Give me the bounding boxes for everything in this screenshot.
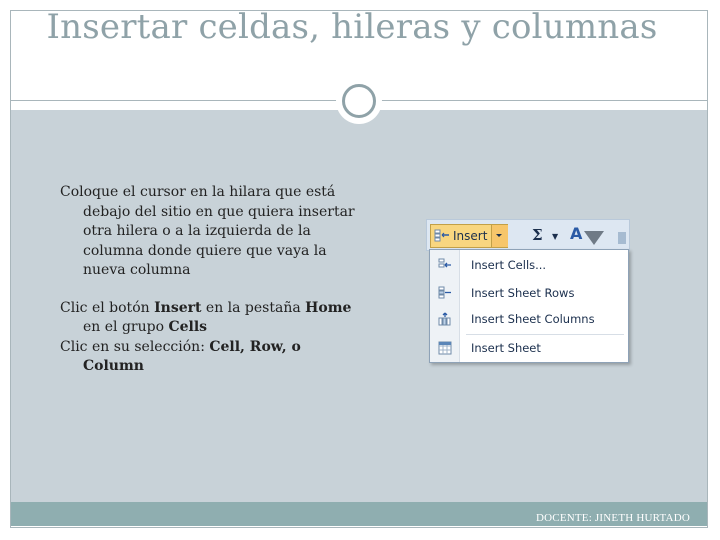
paragraph-2: Clic el botón Insert en la pestaña Home … — [60, 299, 360, 338]
menu-item-label: Insert Sheet — [471, 341, 541, 355]
menu-item-label: Insert Sheet Rows — [471, 286, 575, 300]
insert-cells-icon — [434, 229, 449, 242]
menu-item-insert-cells[interactable]: Insert Cells... — [430, 253, 628, 279]
p2-cells: Cells — [168, 319, 208, 335]
menu-separator — [466, 334, 624, 335]
sort-filter-icon[interactable]: A — [570, 224, 582, 243]
p2-home: Home — [305, 299, 352, 316]
chevron-down-icon — [496, 234, 502, 237]
insert-columns-icon — [438, 312, 451, 326]
menu-item-label: Insert Cells... — [471, 258, 547, 272]
insert-button[interactable]: Insert — [430, 224, 508, 248]
paragraph-1: Coloque el cursor en la hilara que está … — [60, 184, 355, 278]
p2-part2: en la pestaña — [201, 299, 306, 316]
insert-dropdown-arrow[interactable] — [491, 225, 508, 247]
p2-part3: en el grupo — [83, 319, 169, 335]
insert-cells-icon — [438, 258, 451, 268]
insert-dropdown-menu: Insert Cells... Insert Sheet Rows Insert… — [429, 249, 629, 363]
sigma-chevron-icon[interactable]: ▼ — [552, 232, 558, 241]
sigma-icon[interactable]: Σ — [532, 226, 543, 244]
menu-item-insert-sheet-rows[interactable]: Insert Sheet Rows — [430, 281, 628, 307]
ring-icon — [342, 84, 376, 118]
funnel-icon[interactable] — [584, 231, 604, 245]
slide-title: Insertar celdas, hileras y columnas — [46, 7, 658, 47]
insert-rows-icon — [438, 286, 451, 299]
menu-item-label: Insert Sheet Columns — [471, 312, 595, 326]
insert-sheet-icon — [438, 341, 452, 355]
menu-item-insert-sheet[interactable]: Insert Sheet — [430, 336, 628, 362]
paragraph-3: Clic en su selección: Cell, Row, o Colum… — [60, 338, 360, 377]
body-text: Coloque el cursor en la hilara que está … — [60, 183, 360, 377]
insert-button-label: Insert — [453, 229, 488, 243]
ribbon-edge-chip — [618, 232, 626, 244]
p2-part1: Clic el botón — [60, 299, 155, 316]
p2-insert: Insert — [154, 299, 202, 316]
menu-item-insert-sheet-columns[interactable]: Insert Sheet Columns — [430, 307, 628, 333]
p3-part1: Clic en su selección: — [60, 338, 210, 355]
footer-text: DOCENTE: JINETH HURTADO — [536, 512, 690, 524]
